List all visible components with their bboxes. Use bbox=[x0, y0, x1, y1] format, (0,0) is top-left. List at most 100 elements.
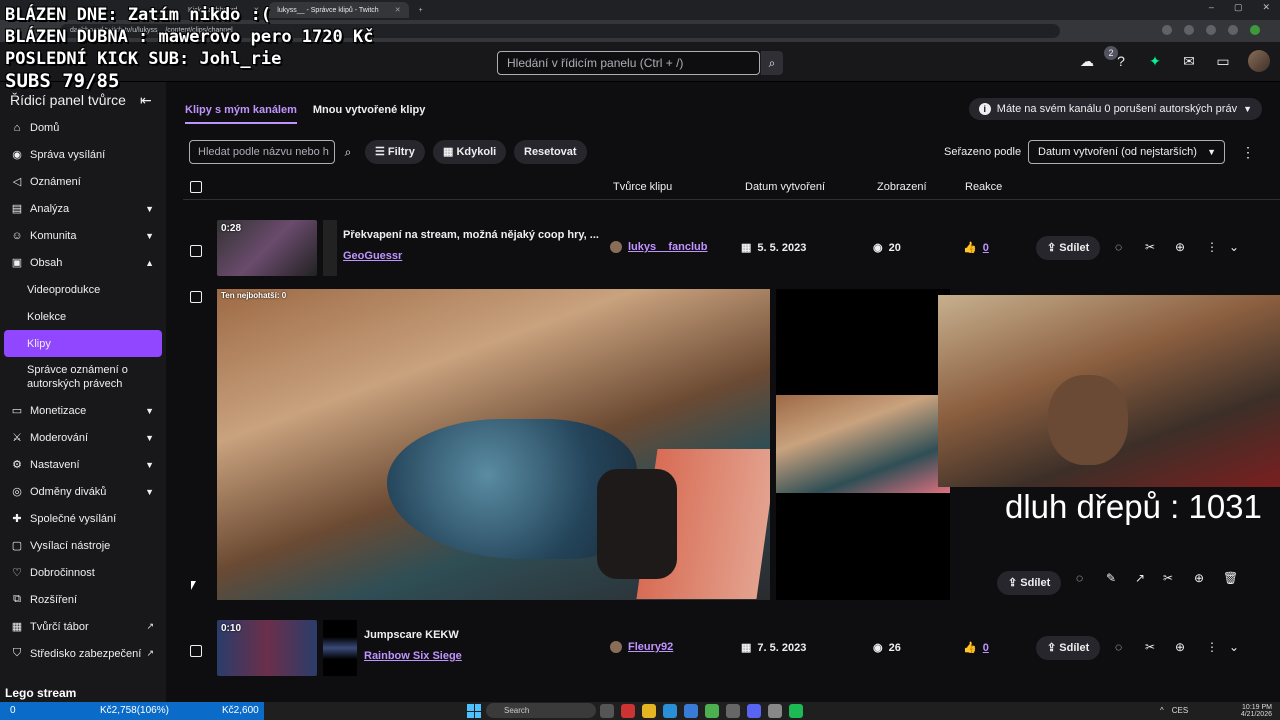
spotify-icon[interactable] bbox=[789, 704, 803, 718]
windows-start-icon[interactable] bbox=[467, 704, 481, 718]
clock[interactable]: 10:19 PM 4/21/2026 bbox=[1241, 704, 1272, 718]
sidebar-item-viewer-rewards[interactable]: ◎ Odměny diváků ▼ bbox=[0, 478, 166, 505]
new-tab-icon[interactable]: + bbox=[411, 2, 431, 18]
chevron-down-icon[interactable]: ⌄ bbox=[1229, 640, 1239, 654]
more-options-icon[interactable]: ⋮ bbox=[1206, 240, 1218, 254]
folder-icon[interactable] bbox=[642, 704, 656, 718]
more-options-icon[interactable]: ⋮ bbox=[1206, 640, 1218, 654]
more-options-icon[interactable]: ⋮ bbox=[1241, 140, 1255, 164]
download-icon[interactable] bbox=[726, 704, 740, 718]
taskbar-search-input[interactable]: Search bbox=[486, 703, 596, 718]
task-view-icon[interactable] bbox=[600, 704, 614, 718]
sidebar-item-collections[interactable]: Kolekce bbox=[0, 303, 166, 330]
sidebar-item-settings[interactable]: ⚙ Nastavení ▼ bbox=[0, 451, 166, 478]
close-window-icon[interactable]: ✕ bbox=[1262, 2, 1270, 13]
extension-icon[interactable] bbox=[1206, 25, 1216, 35]
scissors-icon[interactable]: ✂ bbox=[1145, 640, 1155, 654]
sidebar-item-video-producer[interactable]: Videoprodukce bbox=[0, 276, 166, 303]
inbox-icon[interactable]: ✉ bbox=[1180, 53, 1198, 70]
share-button[interactable]: ⇪ Sdílet bbox=[997, 571, 1062, 595]
collapse-arrow-icon[interactable]: ⇤ bbox=[140, 92, 152, 109]
tab-created-by-me[interactable]: Mnou vytvořené klipy bbox=[313, 104, 425, 124]
sidebar-item-extensions[interactable]: ⧉ Rozšíření bbox=[0, 586, 166, 613]
date-range-button[interactable]: ▦ Kdykoli bbox=[433, 140, 507, 164]
clip-search-input[interactable]: Hledat podle názvu nebo h bbox=[189, 140, 335, 164]
sidebar-item-collab[interactable]: ✚ Společné vysílání bbox=[0, 505, 166, 532]
search-icon[interactable]: ⌕ bbox=[337, 140, 359, 164]
column-views[interactable]: Zobrazení bbox=[877, 181, 927, 193]
maximize-icon[interactable]: ▢ bbox=[1234, 2, 1243, 13]
scissors-icon[interactable]: ✂ bbox=[1145, 240, 1155, 254]
scissors-icon[interactable]: ✂ bbox=[1163, 571, 1173, 585]
column-creator[interactable]: Tvůrce klipu bbox=[613, 181, 672, 193]
chevron-down-icon[interactable]: ⌄ bbox=[1229, 240, 1239, 254]
add-to-collection-icon[interactable]: ⊕ bbox=[1175, 640, 1185, 654]
sidebar-item-creator-camp[interactable]: ▦ Tvůrčí tábor ↗ bbox=[0, 613, 166, 640]
add-to-collection-icon[interactable]: ⊕ bbox=[1175, 240, 1185, 254]
table-row[interactable]: 0:28 Překvapení na stream, možná nějaký … bbox=[183, 218, 1280, 278]
sidebar-item-clips[interactable]: Klipy bbox=[4, 330, 162, 357]
app-icon[interactable] bbox=[768, 704, 782, 718]
clip-creator-link[interactable]: Fleury92 bbox=[610, 641, 673, 653]
share-button[interactable]: ⇪ Sdílet bbox=[1036, 236, 1101, 260]
help-icon[interactable]: ? bbox=[1112, 53, 1130, 69]
extension-icon[interactable] bbox=[1184, 25, 1194, 35]
sidebar-item-charity[interactable]: ♡ Dobročinnost bbox=[0, 559, 166, 586]
minimize-icon[interactable]: – bbox=[1209, 2, 1214, 13]
table-row[interactable]: 0:10 Jumpscare KEKW Rainbow Six Siege Fl… bbox=[183, 618, 1280, 678]
clip-game-link[interactable]: GeoGuessr bbox=[343, 250, 402, 262]
whispers-icon[interactable]: ▭ bbox=[1214, 53, 1232, 70]
chevron-up-icon[interactable]: ^ bbox=[1160, 706, 1164, 715]
clip-title[interactable]: Překvapení na stream, možná nějaký coop … bbox=[343, 229, 599, 241]
extension-icon[interactable] bbox=[1228, 25, 1238, 35]
lang-indicator[interactable]: CES bbox=[1172, 706, 1188, 715]
edge-icon[interactable] bbox=[663, 704, 677, 718]
share-button[interactable]: ⇪ Sdílet bbox=[1036, 636, 1101, 660]
sidebar-item-analytics[interactable]: ▤ Analýza ▼ bbox=[0, 195, 166, 222]
column-reactions[interactable]: Reakce bbox=[965, 181, 1002, 193]
chrome-icon[interactable] bbox=[705, 704, 719, 718]
copyright-notice-dropdown[interactable]: i Máte na svém kanálu 0 porušení autorsk… bbox=[968, 98, 1262, 120]
search-icon[interactable]: ⌕ bbox=[761, 51, 783, 75]
add-to-collection-icon[interactable]: ⊕ bbox=[1194, 571, 1204, 585]
app-icon[interactable] bbox=[621, 704, 635, 718]
sidebar-item-content[interactable]: ▣ Obsah ▲ bbox=[0, 249, 166, 276]
column-date[interactable]: Datum vytvoření bbox=[745, 181, 825, 193]
clip-thumbnail[interactable]: 0:10 bbox=[217, 620, 317, 676]
external-link-icon[interactable]: ↗ bbox=[1135, 571, 1145, 585]
row-checkbox[interactable] bbox=[190, 645, 202, 657]
sidebar-item-stream-manager[interactable]: ◉ Správa vysílání bbox=[0, 141, 166, 168]
clip-title[interactable]: Jumpscare KEKW bbox=[364, 629, 459, 641]
avatar[interactable] bbox=[1248, 50, 1270, 72]
sidebar-item-notifications[interactable]: ◁ Oznámení bbox=[0, 168, 166, 195]
sort-dropdown[interactable]: Datum vytvoření (od nejstarších) ▼ bbox=[1028, 140, 1225, 164]
sidebar-item-home[interactable]: ⌂ Domů bbox=[0, 114, 166, 141]
sidebar-item-broadcast-tools[interactable]: ▢ Vysílací nástroje bbox=[0, 532, 166, 559]
store-icon[interactable] bbox=[684, 704, 698, 718]
extension-icon[interactable] bbox=[1162, 25, 1172, 35]
clip-video-player[interactable]: Ten nejbohatší: 0 bbox=[217, 289, 770, 600]
clip-likes[interactable]: 👍 0 bbox=[963, 641, 989, 655]
clip-creator-link[interactable]: lukys__fanclub bbox=[610, 241, 707, 253]
clip-thumbnail[interactable]: 0:28 bbox=[217, 220, 317, 276]
filters-button[interactable]: ☰ Filtry bbox=[365, 140, 425, 164]
sparkle-icon[interactable]: ✦ bbox=[1146, 53, 1164, 70]
sidebar-item-community[interactable]: ☺ Komunita ▼ bbox=[0, 222, 166, 249]
row-checkbox[interactable] bbox=[190, 245, 202, 257]
sidebar-item-copyright-manager[interactable]: Správce oznámení o autorských právech bbox=[0, 357, 166, 397]
edit-icon[interactable]: ✎ bbox=[1106, 571, 1116, 585]
discord-icon[interactable] bbox=[747, 704, 761, 718]
sidebar-item-monetization[interactable]: ▭ Monetizace ▼ bbox=[0, 397, 166, 424]
sidebar-item-safety-center[interactable]: ⛉ Středisko zabezpečení ↗ bbox=[0, 640, 166, 667]
select-all-checkbox[interactable] bbox=[190, 181, 202, 193]
sidebar-item-moderation[interactable]: ⚔ Moderování ▼ bbox=[0, 424, 166, 451]
clip-game-link[interactable]: Rainbow Six Siege bbox=[364, 650, 462, 662]
profile-icon[interactable] bbox=[1250, 25, 1260, 35]
dashboard-search-input[interactable]: Hledání v řídicím panelu (Ctrl + /) bbox=[497, 51, 760, 75]
bits-icon[interactable]: ☁ bbox=[1078, 53, 1096, 70]
row-checkbox[interactable] bbox=[190, 291, 202, 303]
tab-my-channel[interactable]: Klipy s mým kanálem bbox=[185, 104, 297, 124]
clip-likes[interactable]: 👍 0 bbox=[963, 241, 989, 255]
close-icon[interactable]: ✕ bbox=[395, 6, 401, 14]
reset-button[interactable]: Resetovat bbox=[514, 140, 587, 164]
